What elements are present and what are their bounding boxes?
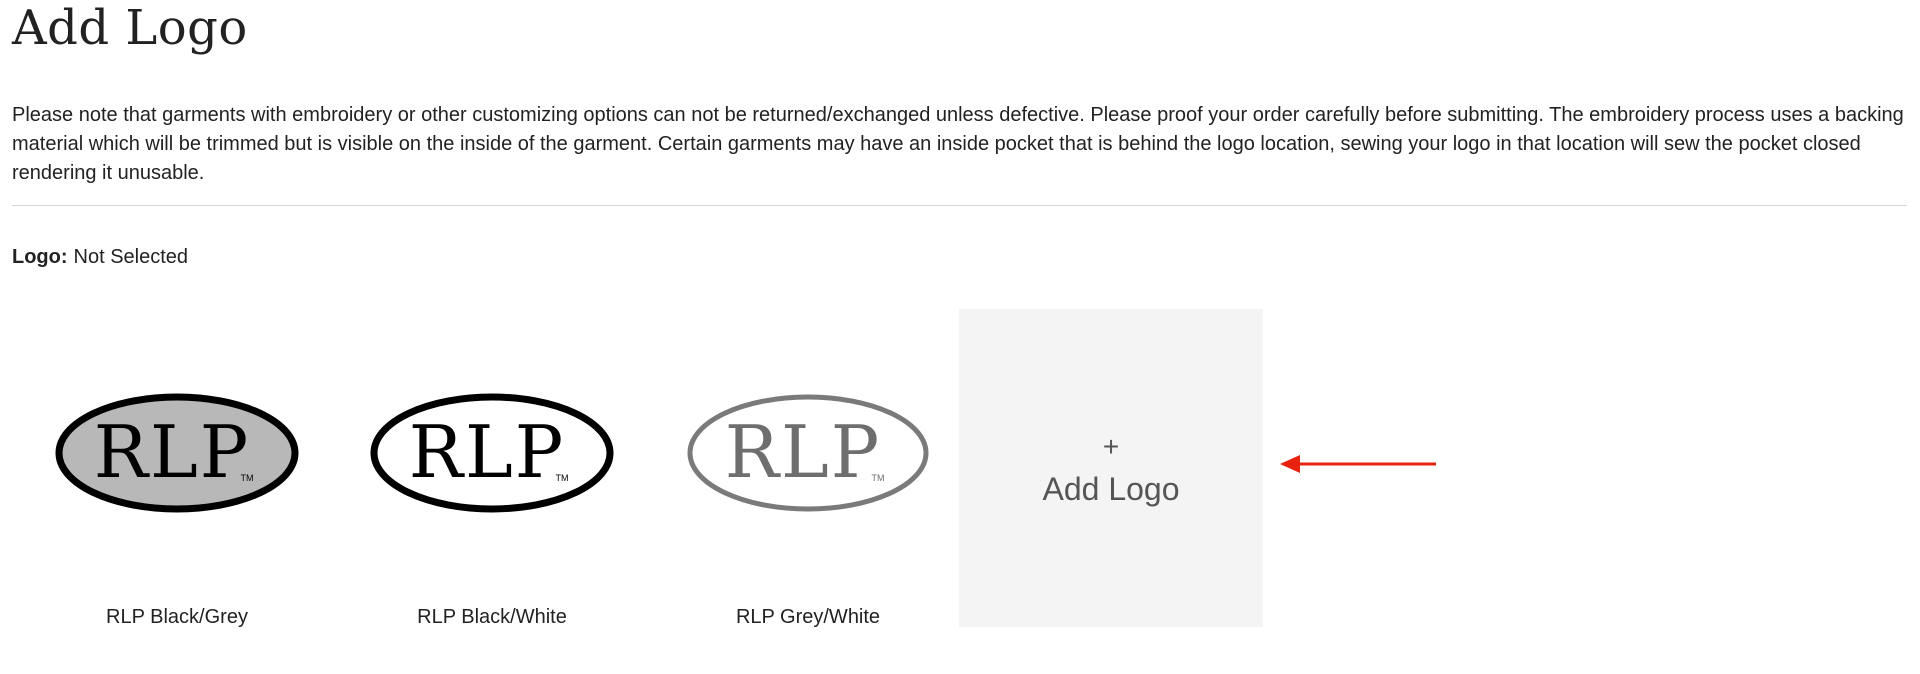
page-title: Add Logo xyxy=(12,0,248,56)
trademark-text: TM xyxy=(556,473,569,483)
logo-option-rlp-black-grey[interactable]: RLP TM RLP Black/Grey xyxy=(25,309,329,629)
logo-option-rlp-grey-white[interactable]: RLP TM RLP Grey/White xyxy=(656,309,960,629)
logo-text: RLP xyxy=(409,410,565,494)
add-logo-label: Add Logo xyxy=(1042,471,1180,507)
logo-status-label: Logo: xyxy=(12,246,68,268)
rlp-logo-grey-white: RLP TM xyxy=(687,394,929,512)
rlp-logo-black-white: RLP TM xyxy=(370,393,614,513)
logo-option-label: RLP Grey/White xyxy=(735,606,881,628)
trademark-text: TM xyxy=(872,473,885,483)
logo-option-label: RLP Black/Grey xyxy=(106,606,248,628)
add-logo-page: Add Logo Please note that garments with … xyxy=(12,0,1908,628)
trademark-text: TM xyxy=(241,473,254,483)
logo-status: Logo: Not Selected xyxy=(12,243,188,271)
add-logo-button[interactable]: + Add Logo xyxy=(959,309,1263,627)
logo-options: RLP TM RLP Black/Grey RLP TM RLP Black/W… xyxy=(12,309,1312,629)
logo-text: RLP xyxy=(725,410,881,494)
embroidery-notice: Please note that garments with embroider… xyxy=(12,104,1904,184)
logo-option-rlp-black-white[interactable]: RLP TM RLP Black/White xyxy=(340,309,644,629)
logo-status-value: Not Selected xyxy=(73,246,189,268)
rlp-logo-black-grey: RLP TM xyxy=(55,393,299,513)
plus-icon: + xyxy=(1102,431,1120,462)
logo-text: RLP xyxy=(94,410,250,494)
logo-option-label: RLP Black/White xyxy=(417,606,567,628)
red-arrow-icon xyxy=(1280,455,1436,473)
divider xyxy=(12,205,1907,206)
